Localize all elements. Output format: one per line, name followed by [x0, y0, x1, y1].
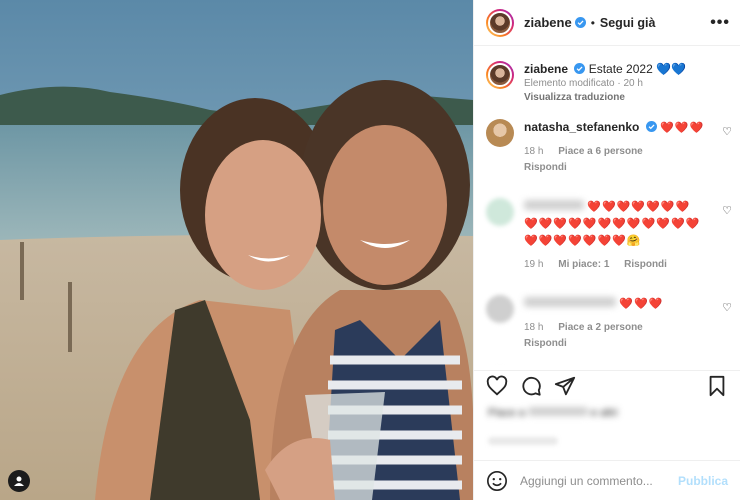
comment-age[interactable]: 19 h: [524, 259, 543, 270]
translate-link[interactable]: Visualizza traduzione: [524, 91, 686, 105]
post-photo[interactable]: [0, 0, 473, 500]
caption-text: Estate 2022: [588, 62, 653, 76]
comment: ❤️❤️❤️ 18 h Piace a 2 persone Rispondi ♡: [474, 295, 740, 352]
comment-likes[interactable]: Mi piace: 1: [558, 259, 609, 270]
comment-likes[interactable]: Piace a 6 persone: [558, 146, 643, 157]
comment-username[interactable]: natasha_stefanenko: [524, 120, 639, 134]
reply-button[interactable]: Rispondi: [524, 162, 567, 173]
comment: natasha_stefanenko ❤️❤️❤️ 18 h Piace a 6…: [474, 119, 740, 176]
likes-summary[interactable]: Piace a e altri: [488, 407, 726, 419]
likes-suffix[interactable]: e altri: [591, 407, 618, 419]
comment: ❤️❤️❤️❤️❤️❤️❤️❤️❤️❤️❤️❤️❤️❤️❤️❤️❤️❤️❤️❤️…: [474, 198, 740, 273]
author-username[interactable]: ziabene: [524, 15, 572, 30]
separator-dot: •: [590, 15, 595, 30]
comment-avatar[interactable]: [486, 119, 514, 147]
comment-age[interactable]: 18 h: [524, 322, 543, 333]
comment-like-icon[interactable]: ♡: [722, 301, 732, 314]
photo-image: [0, 0, 473, 500]
comment-text: ❤️❤️❤️: [660, 122, 705, 134]
comment-like-icon[interactable]: ♡: [722, 204, 732, 217]
comment-avatar[interactable]: [486, 198, 514, 226]
comment-username-hidden[interactable]: [524, 200, 584, 210]
verified-icon: [645, 121, 657, 132]
emoji-icon[interactable]: [486, 470, 508, 492]
comment-icon[interactable]: [520, 375, 542, 397]
caption-avatar[interactable]: [486, 61, 514, 89]
verified-icon: [574, 63, 586, 74]
caption: ziabene Estate 2022 💙💙 Elemento modifica…: [474, 47, 740, 105]
likes-prefix: Piace a: [488, 407, 525, 419]
post-date-hidden: [488, 437, 558, 445]
like-heart-icon[interactable]: [486, 375, 508, 397]
share-icon[interactable]: [554, 375, 576, 397]
comment-age[interactable]: 18 h: [524, 146, 543, 157]
comment-text: ❤️❤️❤️: [619, 298, 664, 310]
reply-button[interactable]: Rispondi: [624, 259, 667, 270]
add-comment-bar: Pubblica: [474, 460, 740, 500]
comments-list[interactable]: ziabene Estate 2022 💙💙 Elemento modifica…: [474, 47, 740, 365]
save-bookmark-icon[interactable]: [706, 375, 728, 397]
follow-button[interactable]: Segui già: [600, 16, 656, 30]
comment-username-hidden[interactable]: [524, 297, 616, 307]
comment-input[interactable]: [520, 473, 678, 488]
post-sidebar: ziabene • Segui già ••• ziabene Estate 2…: [473, 0, 740, 500]
caption-meta: Elemento modificato · 20 h: [524, 78, 643, 89]
edited-label: Elemento modificato: [524, 78, 615, 89]
comment-like-icon[interactable]: ♡: [722, 125, 732, 138]
comment-avatar[interactable]: [486, 295, 514, 323]
author-avatar[interactable]: [486, 8, 514, 37]
comment-likes[interactable]: Piace a 2 persone: [558, 322, 643, 333]
tagged-users-icon[interactable]: [8, 470, 30, 492]
verified-icon: [574, 17, 586, 28]
publish-button[interactable]: Pubblica: [678, 474, 728, 488]
caption-username[interactable]: ziabene: [524, 62, 568, 76]
post-header: ziabene • Segui già •••: [474, 0, 740, 46]
post-actions: [474, 370, 740, 400]
more-options-icon[interactable]: •••: [710, 14, 730, 32]
caption-age[interactable]: 20 h: [624, 78, 643, 89]
likes-first-user[interactable]: [527, 407, 588, 416]
caption-emoji: 💙💙: [656, 62, 686, 76]
reply-button[interactable]: Rispondi: [524, 338, 567, 349]
